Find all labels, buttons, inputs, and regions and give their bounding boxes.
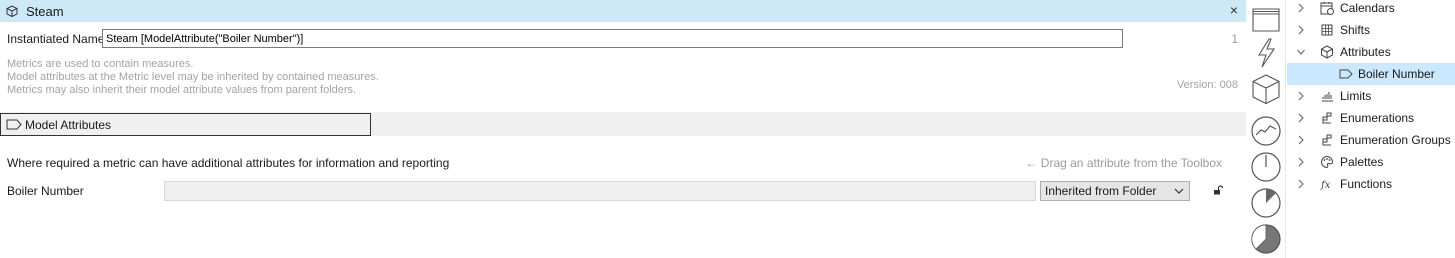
metric-editor-panel: Steam × Instantiated Name 1 Metrics are … <box>0 0 1246 258</box>
instantiated-name-label: Instantiated Name <box>7 32 105 46</box>
tree-item-attributes[interactable]: Attributes <box>1287 41 1455 63</box>
pie-large-icon[interactable] <box>1250 222 1282 256</box>
model-tree: Calendars Shifts Attributes Boiler Numbe… <box>1287 0 1455 258</box>
cube-icon <box>6 5 18 17</box>
chevron-right-icon[interactable] <box>1297 113 1305 123</box>
section-title: Model Attributes <box>25 117 112 132</box>
description-line: Metrics are used to contain measures. <box>7 58 194 70</box>
chevron-right-icon[interactable] <box>1297 25 1305 35</box>
instance-counter: 1 <box>1231 32 1238 46</box>
limits-icon <box>1322 92 1333 102</box>
tree-item-label: Functions <box>1340 177 1393 191</box>
tree-item-label: Enumerations <box>1340 111 1415 125</box>
tree-item-label: Attributes <box>1340 45 1391 59</box>
chevron-right-icon[interactable] <box>1297 157 1305 167</box>
tree-item-functions[interactable]: fx Functions <box>1287 173 1455 195</box>
grid-icon <box>1321 24 1333 36</box>
tree-item-label: Calendars <box>1340 1 1395 15</box>
description-line: Metrics may also inherit their model att… <box>7 84 357 96</box>
tree-item-label: Shifts <box>1340 23 1371 37</box>
svg-text:fx: fx <box>1320 180 1331 191</box>
tree-item-enumerations[interactable]: Enumerations <box>1287 107 1455 129</box>
attribute-value-field[interactable] <box>164 181 1036 201</box>
metric-description: Metrics are used to contain measures. Mo… <box>7 58 379 97</box>
enum-icon <box>1322 112 1332 124</box>
tree-item-boiler-number[interactable]: Boiler Number <box>1287 63 1455 85</box>
pie-small-icon[interactable] <box>1250 186 1282 220</box>
tree-item-label: Boiler Number <box>1358 67 1435 81</box>
unlock-icon[interactable] <box>1213 185 1223 195</box>
instantiated-name-field[interactable] <box>102 29 1123 48</box>
tree-item-label: Limits <box>1340 89 1372 103</box>
tag-icon <box>1339 69 1353 79</box>
clock-icon[interactable] <box>1250 150 1282 184</box>
tree-item-enumeration-groups[interactable]: Enumeration Groups <box>1287 129 1455 151</box>
cube-icon[interactable] <box>1250 72 1282 106</box>
chevron-right-icon[interactable] <box>1297 3 1305 13</box>
version-label: Version: 008 <box>1176 79 1238 91</box>
chevron-right-icon[interactable] <box>1297 135 1305 145</box>
tree-item-calendars[interactable]: Calendars <box>1287 0 1455 19</box>
lightning-icon[interactable] <box>1250 36 1282 70</box>
chevron-right-icon[interactable] <box>1297 91 1305 101</box>
tree-item-label: Enumeration Groups <box>1340 133 1451 147</box>
trend-icon[interactable] <box>1250 114 1282 148</box>
calendar-icon <box>1320 2 1334 15</box>
folder-icon[interactable] <box>1250 2 1282 36</box>
tree-item-palettes[interactable]: Palettes <box>1287 151 1455 173</box>
palette-icon <box>1321 155 1334 169</box>
model-attributes-section-header[interactable]: Model Attributes <box>0 113 371 136</box>
tag-icon <box>6 119 22 130</box>
chevron-right-icon[interactable] <box>1297 179 1305 189</box>
chevron-down-icon <box>1174 188 1184 194</box>
instantiated-name-row: Instantiated Name 1 <box>0 28 1246 48</box>
enum-icon <box>1322 134 1332 146</box>
fx-icon: fx <box>1320 180 1331 191</box>
panel-header: Steam × <box>0 0 1246 22</box>
cube-icon <box>1321 45 1333 59</box>
attribute-source-value: Inherited from Folder <box>1045 184 1157 198</box>
close-icon[interactable]: × <box>1230 2 1238 18</box>
drag-hint: ← Drag an attribute from the Toolbox <box>1025 156 1222 170</box>
attribute-source-select[interactable]: Inherited from Folder <box>1040 181 1190 201</box>
description-line: Model attributes at the Metric level may… <box>7 71 379 83</box>
chevron-down-icon[interactable] <box>1297 47 1305 57</box>
attribute-label: Boiler Number <box>7 184 84 198</box>
panel-title: Steam <box>26 3 64 19</box>
attributes-info-text: Where required a metric can have additio… <box>7 156 450 170</box>
tree-item-shifts[interactable]: Shifts <box>1287 19 1455 41</box>
toolbox <box>1246 0 1286 258</box>
tree-item-limits[interactable]: Limits <box>1287 85 1455 107</box>
tree-item-label: Palettes <box>1340 155 1384 169</box>
